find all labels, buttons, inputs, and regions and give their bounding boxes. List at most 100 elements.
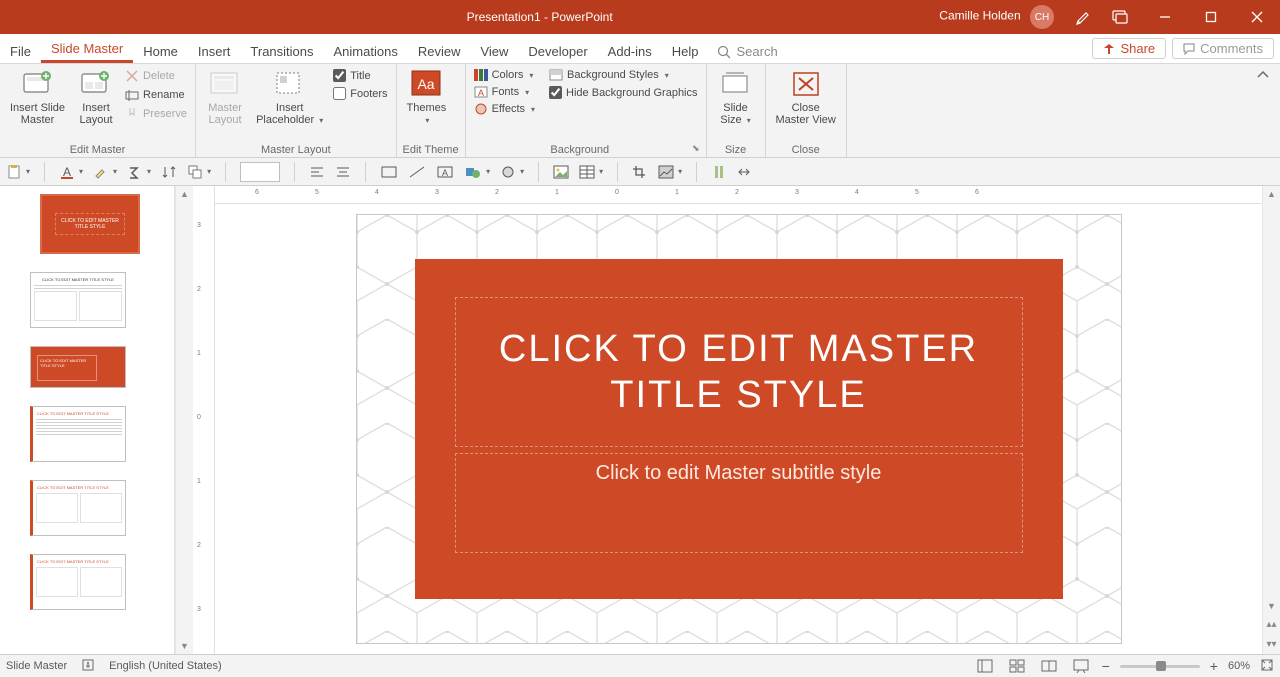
rename-button[interactable]: Rename — [123, 87, 189, 103]
background-dialog-launcher[interactable]: ⬊ — [692, 143, 700, 154]
thumb-layout-1[interactable]: CLICK TO EDIT MASTER TITLE STYLE — [30, 272, 126, 328]
slideshow-button[interactable] — [1070, 657, 1092, 675]
ink-icon[interactable] — [1076, 9, 1092, 25]
scroll-down-icon[interactable]: ▼ — [1263, 598, 1280, 614]
tab-animations[interactable]: Animations — [324, 38, 408, 63]
status-bar: Slide Master English (United States) − +… — [0, 654, 1280, 677]
maximize-button[interactable] — [1188, 0, 1234, 34]
status-language[interactable]: English (United States) — [109, 660, 222, 672]
share-button[interactable]: Share — [1092, 38, 1166, 59]
footers-checkbox-input[interactable] — [333, 87, 346, 100]
thumb-slide-master[interactable]: CLICK TO EDIT MASTER TITLE STYLE — [40, 194, 140, 254]
align-center-button[interactable] — [335, 165, 351, 179]
user-area: Camille Holden CH — [939, 5, 1062, 29]
more-button[interactable] — [737, 167, 751, 177]
table-button[interactable]: ▾ — [579, 165, 603, 179]
sort-button[interactable] — [161, 164, 177, 180]
font-color-button[interactable]: A▾ — [59, 164, 83, 180]
comments-button[interactable]: Comments — [1172, 38, 1274, 59]
slide-canvas[interactable]: Click to edit Master title style Click t… — [215, 204, 1262, 654]
text-box-button[interactable]: A — [436, 165, 454, 179]
reading-view-button[interactable] — [1038, 657, 1060, 675]
thumbnail-scrollbar[interactable]: ▲ ▼ — [175, 186, 193, 654]
prev-slide-button[interactable]: ▴▴ — [1263, 614, 1280, 634]
insert-slide-master-button[interactable]: Insert Slide Master — [6, 66, 69, 128]
vertical-scrollbar[interactable]: ▲ ▼ ▴▴ ▾▾ — [1262, 186, 1280, 654]
normal-view-button[interactable] — [974, 657, 996, 675]
crop-button[interactable] — [632, 165, 648, 179]
tab-file[interactable]: File — [0, 38, 41, 63]
background-styles-button[interactable]: Background Styles▾ — [547, 68, 699, 82]
footers-checkbox[interactable]: Footers — [331, 86, 389, 101]
tab-view[interactable]: View — [470, 38, 518, 63]
tab-review[interactable]: Review — [408, 38, 471, 63]
thumb-layout-3[interactable]: CLICK TO EDIT MASTER TITLE STYLE — [30, 406, 126, 462]
zoom-out-button[interactable]: − — [1102, 658, 1110, 674]
fonts-button[interactable]: A Fonts▾ — [472, 85, 537, 99]
slide-sorter-button[interactable] — [1006, 657, 1028, 675]
chevron-up-icon — [1256, 68, 1270, 82]
hide-bg-graphics-checkbox[interactable]: Hide Background Graphics — [547, 85, 699, 100]
picture-button[interactable] — [553, 165, 569, 179]
close-button[interactable] — [1234, 0, 1280, 34]
arrange-button[interactable]: ▾ — [187, 164, 211, 180]
zoom-level[interactable]: 60% — [1228, 660, 1250, 672]
insert-placeholder-button[interactable]: Insert Placeholder ▾ — [252, 66, 327, 129]
rename-icon — [125, 88, 139, 102]
themes-button[interactable]: Aa Themes▾ — [403, 66, 451, 129]
tab-slide-master[interactable]: Slide Master — [41, 35, 133, 63]
font-size-input[interactable] — [240, 162, 280, 182]
document-name: Presentation1 — [467, 10, 541, 24]
title-checkbox-input[interactable] — [333, 69, 346, 82]
tab-insert[interactable]: Insert — [188, 38, 241, 63]
shape-rect-button[interactable] — [380, 165, 398, 179]
title-placeholder[interactable]: Click to edit Master title style — [455, 297, 1023, 447]
scroll-up-icon[interactable]: ▲ — [176, 186, 193, 202]
avatar[interactable]: CH — [1030, 5, 1054, 29]
picture-format-button[interactable]: ▾ — [658, 165, 682, 179]
insert-layout-button[interactable]: Insert Layout — [73, 66, 119, 128]
paste-button[interactable]: ▾ — [6, 164, 30, 180]
next-slide-button[interactable]: ▾▾ — [1263, 634, 1280, 654]
slide[interactable]: Click to edit Master title style Click t… — [356, 214, 1122, 644]
group-label: Background — [472, 143, 688, 156]
tab-transitions[interactable]: Transitions — [240, 38, 323, 63]
tab-developer[interactable]: Developer — [518, 38, 597, 63]
shapes-gallery-button[interactable]: ▾ — [464, 165, 490, 179]
thumb-layout-4[interactable]: CLICK TO EDIT MASTER TITLE STYLE — [30, 480, 126, 536]
effects-button[interactable]: Effects▾ — [472, 102, 537, 116]
delete-icon — [125, 69, 139, 83]
hide-bg-graphics-input[interactable] — [549, 86, 562, 99]
selection-pane-button[interactable] — [711, 165, 727, 179]
thumb-layout-5[interactable]: CLICK TO EDIT MASTER TITLE STYLE — [30, 554, 126, 610]
thumbnail-panel: CLICK TO EDIT MASTER TITLE STYLE CLICK T… — [0, 186, 175, 654]
minimize-button[interactable] — [1142, 0, 1188, 34]
zoom-in-button[interactable]: + — [1210, 658, 1218, 674]
align-left-button[interactable] — [309, 165, 325, 179]
thumb-layout-2[interactable]: CLICK TO EDIT MASTER TITLE STYLE — [30, 346, 126, 388]
fit-to-window-button[interactable] — [1260, 658, 1274, 675]
highlight-button[interactable]: ▾ — [93, 164, 117, 180]
quick-access-format-bar: ▾ A▾ ▾ ▾ ▾ A ▾ ▾ ▾ ▾ — [0, 158, 1280, 186]
scroll-down-icon[interactable]: ▼ — [176, 638, 193, 654]
shape-line-button[interactable] — [408, 165, 426, 179]
accessibility-icon[interactable] — [81, 658, 95, 675]
formula-button[interactable]: ▾ — [127, 164, 151, 180]
scroll-up-icon[interactable]: ▲ — [1263, 186, 1280, 202]
tab-home[interactable]: Home — [133, 38, 188, 63]
slide-size-button[interactable]: Slide Size ▾ — [713, 66, 759, 129]
search-placeholder: Search — [737, 44, 778, 59]
close-master-view-button[interactable]: Close Master View — [772, 66, 840, 128]
title-bar: Presentation1 - PowerPoint Camille Holde… — [0, 0, 1280, 34]
vertical-ruler: 3 2 1 0 1 2 3 — [193, 186, 215, 654]
tab-addins[interactable]: Add-ins — [598, 38, 662, 63]
zoom-slider[interactable] — [1120, 665, 1200, 668]
collapse-ribbon-button[interactable] — [1246, 64, 1280, 157]
title-checkbox[interactable]: Title — [331, 68, 389, 83]
shape-fill-button[interactable]: ▾ — [500, 165, 524, 179]
tab-help[interactable]: Help — [662, 38, 709, 63]
display-settings-icon[interactable] — [1112, 9, 1128, 25]
subtitle-placeholder[interactable]: Click to edit Master subtitle style — [455, 453, 1023, 553]
search-box[interactable]: Search — [709, 44, 786, 63]
colors-button[interactable]: Colors▾ — [472, 68, 537, 82]
